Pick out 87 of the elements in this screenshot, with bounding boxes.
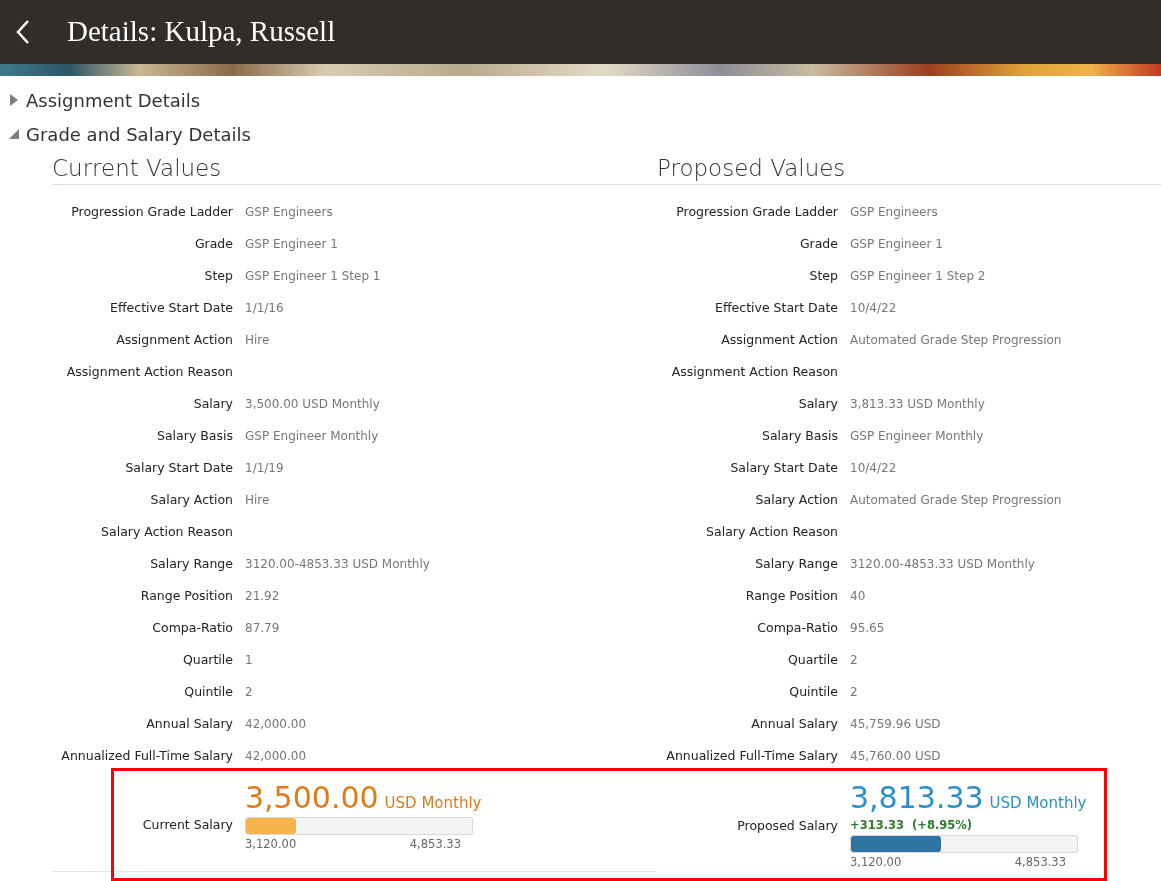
- field-label: Compa-Ratio: [756, 618, 838, 637]
- field-value: 10/4/22: [850, 300, 898, 317]
- range-minimum: 3,120.00: [245, 836, 297, 853]
- triangle-right-icon: [9, 94, 19, 106]
- field-label: Salary Action: [754, 490, 838, 509]
- field-label: Effective Start Date: [109, 298, 233, 317]
- field-label: Annual Salary: [145, 714, 233, 733]
- field-label: Assignment Action Reason: [65, 362, 233, 381]
- field-value: GSP Engineer Monthly: [850, 428, 985, 445]
- field-label: Assignment Action: [720, 330, 838, 349]
- field-value: GSP Engineers: [245, 204, 334, 221]
- field-label: Range Position: [139, 586, 233, 605]
- field-label: Step: [203, 266, 233, 285]
- salary-label: Proposed Salary: [736, 816, 838, 835]
- field-label: Quintile: [183, 682, 233, 701]
- field-label: Effective Start Date: [714, 298, 838, 317]
- field-value: Hire: [245, 492, 271, 509]
- field-value: 42,000.00: [245, 716, 308, 733]
- field-value: 95.65: [850, 620, 886, 637]
- field-label: Salary Start Date: [124, 458, 233, 477]
- field-value: 45,759.96 USD: [850, 716, 942, 733]
- field-label: Assignment Action: [115, 330, 233, 349]
- field-value: 3,813.33 USD Monthly: [850, 396, 986, 413]
- field-label: Annualized Full-Time Salary: [665, 746, 838, 765]
- chevron-left-icon: [16, 19, 30, 45]
- field-value: 2: [245, 684, 254, 701]
- field-value: 87.79: [245, 620, 281, 637]
- field-label: Progression Grade Ladder: [70, 202, 233, 221]
- column-heading: Proposed Values: [657, 151, 1161, 185]
- field-value: 10/4/22: [850, 460, 898, 477]
- column-heading: Current Values: [52, 151, 657, 185]
- field-label: Quartile: [786, 650, 838, 669]
- field-value: 2: [850, 684, 859, 701]
- range-maximum: 4,853.33: [1014, 854, 1066, 871]
- field-value: GSP Engineer 1 Step 1: [245, 268, 382, 285]
- field-value: 1/1/19: [245, 460, 285, 477]
- field-label: Salary Basis: [761, 426, 838, 445]
- field-value: GSP Engineer 1: [850, 236, 944, 253]
- field-value: 42,000.00: [245, 748, 308, 765]
- salary-unit: USD Monthly: [384, 793, 482, 814]
- field-label: Salary Basis: [156, 426, 233, 445]
- range-minimum: 3,120.00: [850, 854, 902, 871]
- field-label: Salary: [797, 394, 838, 413]
- field-label: Annualized Full-Time Salary: [60, 746, 233, 765]
- field-value: 3120.00-4853.33 USD Monthly: [245, 556, 431, 573]
- triangle-down-icon: [9, 129, 19, 139]
- field-value: 1: [245, 652, 254, 669]
- salary-label: Current Salary: [141, 816, 233, 835]
- section-toggle[interactable]: Grade and Salary Details: [9, 120, 251, 148]
- field-value: 45,760.00 USD: [850, 748, 942, 765]
- field-value: 1/1/16: [245, 300, 285, 317]
- field-label: Salary Start Date: [729, 458, 838, 477]
- field-value: 40: [850, 588, 867, 605]
- field-value: Hire: [245, 332, 271, 349]
- field-label: Annual Salary: [750, 714, 838, 733]
- field-label: Range Position: [744, 586, 838, 605]
- field-value: 21.92: [245, 588, 281, 605]
- field-value: GSP Engineer Monthly: [245, 428, 380, 445]
- field-label: Salary Action: [149, 490, 233, 509]
- field-value: Automated Grade Step Progression: [850, 332, 1063, 349]
- page-title: Details: Kulpa, Russell: [67, 14, 336, 50]
- field-label: Salary Range: [149, 554, 233, 573]
- field-label: Compa-Ratio: [151, 618, 233, 637]
- field-label: Quartile: [181, 650, 233, 669]
- field-label: Progression Grade Ladder: [675, 202, 838, 221]
- salary-amount: 3,813.33: [850, 780, 984, 816]
- range-maximum: 4,853.33: [409, 836, 461, 853]
- field-label: Salary Action Reason: [705, 522, 838, 541]
- field-value: GSP Engineer 1: [245, 236, 339, 253]
- field-label: Salary: [192, 394, 233, 413]
- field-label: Salary Action Reason: [100, 522, 233, 541]
- field-value: 2: [850, 652, 859, 669]
- section-toggle[interactable]: Assignment Details: [9, 86, 201, 114]
- field-value: 3120.00-4853.33 USD Monthly: [850, 556, 1036, 573]
- salary-unit: USD Monthly: [989, 793, 1087, 814]
- field-label: Salary Range: [754, 554, 838, 573]
- field-label: Assignment Action Reason: [670, 362, 838, 381]
- field-value: Automated Grade Step Progression: [850, 492, 1063, 509]
- field-label: Grade: [193, 234, 233, 253]
- field-label: Step: [808, 266, 838, 285]
- field-label: Quintile: [788, 682, 838, 701]
- salary-change: +313.33 (+8.95%): [850, 817, 974, 834]
- salary-amount: 3,500.00: [245, 780, 379, 816]
- field-value: GSP Engineers: [850, 204, 939, 221]
- field-label: Grade: [798, 234, 838, 253]
- field-value: GSP Engineer 1 Step 2: [850, 268, 987, 285]
- field-value: 3,500.00 USD Monthly: [245, 396, 381, 413]
